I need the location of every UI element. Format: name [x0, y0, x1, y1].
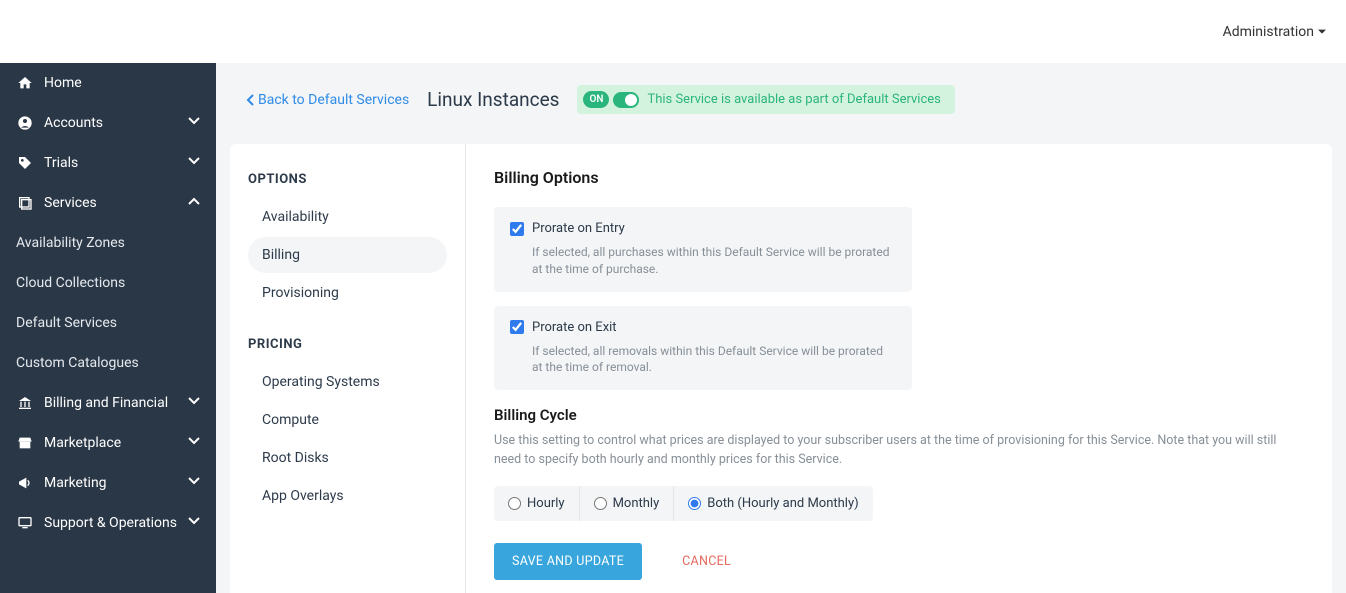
back-link-label: Back to Default Services — [258, 92, 409, 108]
section-title-options: OPTIONS — [248, 172, 447, 187]
chevron-down-icon — [188, 475, 200, 491]
radio-monthly[interactable]: Monthly — [580, 486, 675, 521]
option-operating-systems[interactable]: Operating Systems — [248, 364, 447, 400]
settings-card: OPTIONS Availability Billing Provisionin… — [230, 144, 1332, 593]
sidebar-label: Home — [44, 75, 82, 91]
administration-dropdown[interactable]: Administration — [1223, 24, 1326, 40]
prorate-entry-description: If selected, all purchases within this D… — [532, 244, 896, 278]
radio-monthly-label: Monthly — [613, 496, 660, 511]
chevron-up-icon — [188, 195, 200, 211]
tag-icon — [16, 155, 34, 171]
options-section: OPTIONS Availability Billing Provisionin… — [248, 172, 447, 311]
radio-both-label: Both (Hourly and Monthly) — [707, 496, 858, 511]
sidebar-item-home[interactable]: Home — [0, 63, 216, 103]
prorate-exit-label: Prorate on Exit — [532, 320, 617, 335]
top-bar: Administration — [0, 0, 1346, 63]
sidebar-item-services[interactable]: Services — [0, 183, 216, 223]
cancel-button[interactable]: CANCEL — [682, 554, 731, 569]
layers-icon — [16, 195, 34, 211]
option-availability[interactable]: Availability — [248, 199, 447, 235]
prorate-entry-checkbox[interactable] — [510, 222, 524, 236]
option-root-disks[interactable]: Root Disks — [248, 440, 447, 476]
chevron-left-icon — [246, 94, 256, 106]
sidebar-item-trials[interactable]: Trials — [0, 143, 216, 183]
sidebar-item-default-services[interactable]: Default Services — [0, 303, 216, 343]
sidebar-item-support-operations[interactable]: Support & Operations — [0, 503, 216, 543]
radio-both-input[interactable] — [688, 497, 701, 510]
sidebar-label: Marketplace — [44, 435, 121, 451]
pricing-section: PRICING Operating Systems Compute Root D… — [248, 337, 447, 514]
content-area: Back to Default Services Linux Instances… — [216, 63, 1346, 593]
form-actions: SAVE AND UPDATE CANCEL — [494, 543, 1304, 580]
billing-cycle-description: Use this setting to control what prices … — [494, 432, 1304, 470]
section-title-pricing: PRICING — [248, 337, 447, 352]
sidebar-item-billing-financial[interactable]: Billing and Financial — [0, 383, 216, 423]
main-sidebar: Home Accounts Trials Services Availabili… — [0, 63, 216, 593]
option-billing[interactable]: Billing — [248, 237, 447, 273]
sidebar-item-custom-catalogues[interactable]: Custom Catalogues — [0, 343, 216, 383]
option-compute[interactable]: Compute — [248, 402, 447, 438]
main-layout: Home Accounts Trials Services Availabili… — [0, 63, 1346, 593]
sidebar-label: Support & Operations — [44, 515, 177, 531]
chevron-down-icon — [188, 395, 200, 411]
sidebar-item-marketing[interactable]: Marketing — [0, 463, 216, 503]
prorate-exit-box: Prorate on Exit If selected, all removal… — [494, 306, 912, 391]
chevron-down-icon — [188, 435, 200, 451]
service-available-pill: ON This Service is available as part of … — [577, 85, 954, 114]
radio-hourly-label: Hourly — [527, 496, 565, 511]
form-title: Billing Options — [494, 168, 1304, 187]
sidebar-item-accounts[interactable]: Accounts — [0, 103, 216, 143]
page-title: Linux Instances — [427, 88, 559, 111]
toggle-description: This Service is available as part of Def… — [647, 92, 940, 107]
store-icon — [16, 435, 34, 451]
sidebar-label: Marketing — [44, 475, 107, 491]
options-sidebar: OPTIONS Availability Billing Provisionin… — [230, 144, 466, 593]
toggle-on-label: ON — [583, 91, 609, 108]
form-body: Billing Options Prorate on Entry If sele… — [466, 144, 1332, 593]
bank-icon — [16, 395, 34, 411]
megaphone-icon — [16, 475, 34, 491]
sidebar-label: Trials — [44, 155, 78, 171]
radio-hourly-input[interactable] — [508, 497, 521, 510]
prorate-entry-box: Prorate on Entry If selected, all purcha… — [494, 207, 912, 292]
user-circle-icon — [16, 115, 34, 131]
sidebar-label: Accounts — [44, 115, 103, 131]
monitor-icon — [16, 515, 34, 531]
sidebar-item-cloud-collections[interactable]: Cloud Collections — [0, 263, 216, 303]
option-app-overlays[interactable]: App Overlays — [248, 478, 447, 514]
chevron-down-icon — [188, 115, 200, 131]
prorate-entry-label: Prorate on Entry — [532, 221, 625, 236]
home-icon — [16, 75, 34, 91]
sidebar-item-marketplace[interactable]: Marketplace — [0, 423, 216, 463]
billing-cycle-title: Billing Cycle — [494, 406, 1304, 424]
sidebar-item-availability-zones[interactable]: Availability Zones — [0, 223, 216, 263]
save-and-update-button[interactable]: SAVE AND UPDATE — [494, 543, 642, 580]
radio-hourly[interactable]: Hourly — [494, 486, 580, 521]
radio-monthly-input[interactable] — [594, 497, 607, 510]
sidebar-label: Services — [44, 195, 97, 211]
administration-label: Administration — [1223, 24, 1314, 40]
caret-down-icon — [1318, 28, 1326, 36]
prorate-exit-description: If selected, all removals within this De… — [532, 343, 896, 377]
back-link[interactable]: Back to Default Services — [246, 92, 409, 108]
content-header: Back to Default Services Linux Instances… — [216, 63, 1346, 144]
chevron-down-icon — [188, 515, 200, 531]
toggle-track — [613, 92, 639, 108]
radio-both[interactable]: Both (Hourly and Monthly) — [674, 486, 872, 521]
sidebar-label: Billing and Financial — [44, 395, 168, 411]
prorate-exit-checkbox[interactable] — [510, 320, 524, 334]
billing-cycle-radio-group: Hourly Monthly Both (Hourly and Monthly) — [494, 486, 873, 521]
chevron-down-icon — [188, 155, 200, 171]
service-toggle[interactable]: ON — [583, 91, 639, 108]
toggle-knob — [625, 94, 637, 106]
option-provisioning[interactable]: Provisioning — [248, 275, 447, 311]
